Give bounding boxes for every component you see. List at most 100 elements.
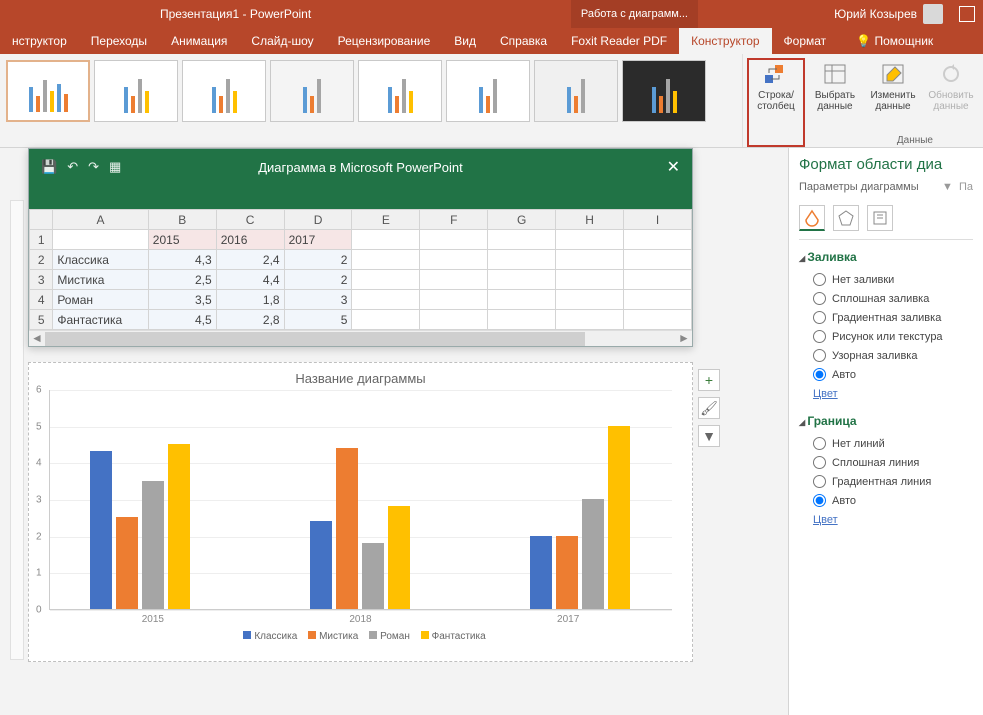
cell-D1[interactable]: 2017 <box>284 230 352 250</box>
cell-D4[interactable]: 3 <box>284 290 352 310</box>
row-2[interactable]: 2 <box>30 250 53 270</box>
chart-style-5[interactable] <box>358 60 442 122</box>
cell-A4[interactable]: Роман <box>53 290 148 310</box>
chart-legend[interactable]: Классика Мистика Роман Фантастика <box>29 631 692 642</box>
tab-design[interactable]: нструктор <box>0 28 79 54</box>
col-F[interactable]: F <box>420 210 488 230</box>
cell[interactable] <box>624 310 692 330</box>
excel-grid[interactable]: A B C D E F G H I 1 2015 2016 2017 2 Кла… <box>29 209 692 330</box>
cell[interactable] <box>352 250 420 270</box>
cell-C4[interactable]: 1,8 <box>216 290 284 310</box>
col-I[interactable]: I <box>624 210 692 230</box>
cell[interactable] <box>352 270 420 290</box>
fill-auto-radio[interactable]: Авто <box>799 365 973 384</box>
tab-transitions[interactable]: Переходы <box>79 28 159 54</box>
chart-style-4[interactable] <box>270 60 354 122</box>
cell-A1[interactable] <box>53 230 148 250</box>
cell-B1[interactable]: 2015 <box>148 230 216 250</box>
chart-plot[interactable]: 0123456 <box>49 390 672 610</box>
cell[interactable] <box>556 270 624 290</box>
switch-row-column-button[interactable]: Строка/столбец <box>747 58 805 147</box>
user-account[interactable]: Юрий Козырев <box>834 4 943 24</box>
cell-B4[interactable]: 3,5 <box>148 290 216 310</box>
chart-style-7[interactable] <box>534 60 618 122</box>
chart-elements-button[interactable]: + <box>698 369 720 391</box>
chart-style-2[interactable] <box>94 60 178 122</box>
cell[interactable] <box>420 250 488 270</box>
fill-color-link[interactable]: Цвет <box>799 384 973 408</box>
scrollbar-thumb[interactable] <box>45 332 585 346</box>
cell-D2[interactable]: 2 <box>284 250 352 270</box>
chart-title[interactable]: Название диаграммы <box>29 363 692 390</box>
size-props-tab[interactable] <box>867 205 893 231</box>
col-B[interactable]: B <box>148 210 216 230</box>
tab-tell-me[interactable]: 💡 Помощник <box>844 28 945 54</box>
col-G[interactable]: G <box>488 210 556 230</box>
border-color-link[interactable]: Цвет <box>799 510 973 534</box>
window-controls-icon[interactable] <box>959 6 975 22</box>
cell-A3[interactable]: Мистика <box>53 270 148 290</box>
tab-view[interactable]: Вид <box>442 28 488 54</box>
tab-slideshow[interactable]: Слайд-шоу <box>239 28 325 54</box>
customize-icon[interactable]: ▦ <box>109 159 121 175</box>
cell[interactable] <box>352 310 420 330</box>
cell[interactable] <box>624 230 692 250</box>
cell[interactable] <box>352 230 420 250</box>
cell[interactable] <box>624 290 692 310</box>
fill-line-tab[interactable] <box>799 205 825 231</box>
effects-tab[interactable] <box>833 205 859 231</box>
chart-area[interactable]: Название диаграммы 0123456 2015 2018 201… <box>28 362 693 662</box>
save-icon[interactable]: 💾 <box>41 159 57 175</box>
cell-B3[interactable]: 2,5 <box>148 270 216 290</box>
border-gradient-radio[interactable]: Градиентная линия <box>799 472 973 491</box>
redo-icon[interactable]: ↷ <box>88 159 99 175</box>
cell[interactable] <box>420 270 488 290</box>
tab-foxit[interactable]: Foxit Reader PDF <box>559 28 679 54</box>
fill-pattern-radio[interactable]: Узорная заливка <box>799 346 973 365</box>
cell-C1[interactable]: 2016 <box>216 230 284 250</box>
format-subtitle[interactable]: Параметры диаграммы <box>799 181 919 193</box>
tab-help[interactable]: Справка <box>488 28 559 54</box>
border-auto-radio[interactable]: Авто <box>799 491 973 510</box>
cell[interactable] <box>488 230 556 250</box>
fill-gradient-radio[interactable]: Градиентная заливка <box>799 308 973 327</box>
chart-styles-button[interactable]: 🖌 <box>698 397 720 419</box>
col-D[interactable]: D <box>284 210 352 230</box>
col-H[interactable]: H <box>556 210 624 230</box>
tab-chart-design[interactable]: Конструктор <box>679 28 771 54</box>
tab-review[interactable]: Рецензирование <box>326 28 443 54</box>
edit-data-button[interactable]: Изменить данные <box>865 58 921 147</box>
excel-close-button[interactable]: ✕ <box>667 157 680 177</box>
cell[interactable] <box>556 250 624 270</box>
select-all-cell[interactable] <box>30 210 53 230</box>
border-solid-radio[interactable]: Сплошная линия <box>799 453 973 472</box>
cell[interactable] <box>488 250 556 270</box>
chart-style-8[interactable] <box>622 60 706 122</box>
undo-icon[interactable]: ↶ <box>67 159 78 175</box>
context-tab[interactable]: Работа с диаграмм... <box>571 0 698 28</box>
border-section-header[interactable]: Граница <box>799 414 973 428</box>
cell-B2[interactable]: 4,3 <box>148 250 216 270</box>
col-A[interactable]: A <box>53 210 148 230</box>
tab-animation[interactable]: Анимация <box>159 28 239 54</box>
cell-A2[interactable]: Классика <box>53 250 148 270</box>
cell[interactable] <box>488 290 556 310</box>
excel-h-scrollbar[interactable]: ◄ ► <box>29 330 692 346</box>
fill-none-radio[interactable]: Нет заливки <box>799 270 973 289</box>
cell[interactable] <box>624 270 692 290</box>
fill-section-header[interactable]: Заливка <box>799 250 973 264</box>
border-none-radio[interactable]: Нет линий <box>799 434 973 453</box>
cell[interactable] <box>420 290 488 310</box>
cell-C2[interactable]: 2,4 <box>216 250 284 270</box>
fill-solid-radio[interactable]: Сплошная заливка <box>799 289 973 308</box>
row-3[interactable]: 3 <box>30 270 53 290</box>
col-C[interactable]: C <box>216 210 284 230</box>
scroll-left-icon[interactable]: ◄ <box>29 331 45 346</box>
chart-style-6[interactable] <box>446 60 530 122</box>
cell-A5[interactable]: Фантастика <box>53 310 148 330</box>
cell[interactable] <box>488 270 556 290</box>
cell[interactable] <box>556 290 624 310</box>
col-E[interactable]: E <box>352 210 420 230</box>
fill-picture-radio[interactable]: Рисунок или текстура <box>799 327 973 346</box>
cell-D5[interactable]: 5 <box>284 310 352 330</box>
